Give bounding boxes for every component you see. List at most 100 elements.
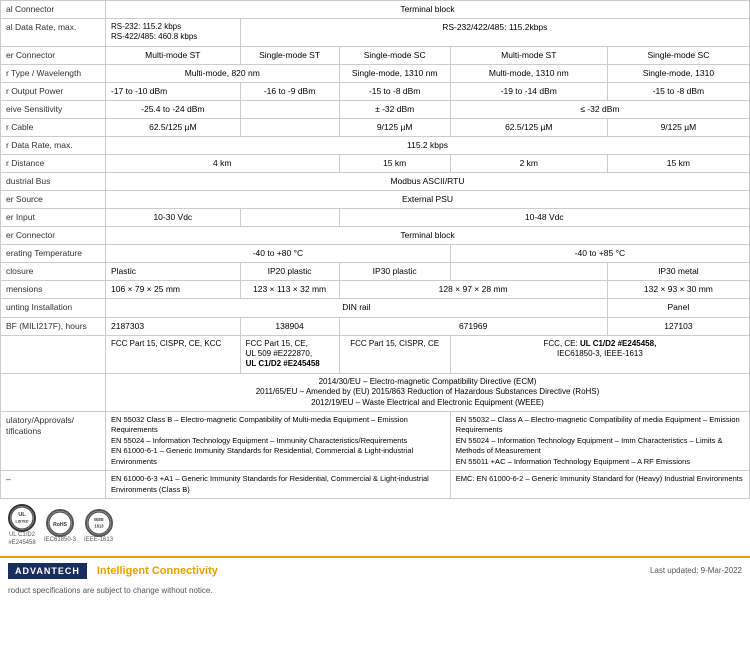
row-value: 4 km <box>106 155 340 173</box>
row-value: 10-30 Vdc <box>106 209 241 227</box>
svg-text:RoHS: RoHS <box>53 521 67 527</box>
en-bottom-right: EMC: EN 61000-6-2 – Generic Immunity Sta… <box>450 471 749 499</box>
row-value: 15 km <box>339 155 450 173</box>
row-value: Terminal block <box>106 1 750 19</box>
row-label <box>1 335 106 373</box>
row-label <box>1 373 106 411</box>
regulatory-bottom-row: – EN 61000-6-3 +A1 – Generic Immunity St… <box>1 471 750 499</box>
row-label: closure <box>1 263 106 281</box>
rohs-icon: RoHS <box>46 509 74 537</box>
row-value: Single-mode SC <box>339 46 450 64</box>
row-value: 123 × 113 × 32 mm <box>240 281 339 299</box>
table-row: dustrial Bus Modbus ASCII/RTU <box>1 173 750 191</box>
row-value: 671969 <box>339 317 607 335</box>
table-row: r Data Rate, max. 115.2 kbps <box>1 137 750 155</box>
en-standards-right: EN 55032 – Class A – Electro-magnetic Co… <box>450 411 749 471</box>
row-label: r Output Power <box>1 82 106 100</box>
table-row: closure Plastic IP20 plastic IP30 plasti… <box>1 263 750 281</box>
row-value: -16 to -9 dBm <box>240 82 339 100</box>
row-value: 9/125 µM <box>607 119 749 137</box>
row-label: eive Sensitivity <box>1 100 106 118</box>
row-value: Terminal block <box>106 227 750 245</box>
ieee-badge-label: IEEE-1613 <box>84 537 113 543</box>
row-value: FCC Part 15, CE, UL 509 #E222870, UL C1/… <box>240 335 339 373</box>
row-label: er Input <box>1 209 106 227</box>
row-value: FCC, CE: UL C1/D2 #E245458,IEC61850-3, I… <box>450 335 749 373</box>
ul-badge-label: UL C1/D2#E245458 <box>8 532 35 546</box>
row-label: er Connector <box>1 227 106 245</box>
row-label: r Type / Wavelength <box>1 64 106 82</box>
row-value: Panel <box>607 299 749 317</box>
table-row: r Cable 62.5/125 µM 9/125 µM 62.5/125 µM… <box>1 119 750 137</box>
table-row: r Distance 4 km 15 km 2 km 15 km <box>1 155 750 173</box>
ieee-icon: IEEE 1613 <box>85 509 113 537</box>
row-value: FCC Part 15, CISPR, CE <box>339 335 450 373</box>
table-row: BF (MILI217F), hours 2187303 138904 6719… <box>1 317 750 335</box>
row-value: IP30 metal <box>607 263 749 281</box>
table-row: eive Sensitivity -25.4 to -24 dBm ± -32 … <box>1 100 750 118</box>
row-value: RS-232: 115.2 kbps RS-422/485: 460.8 kbp… <box>106 19 241 47</box>
row-value: 10-48 Vdc <box>339 209 750 227</box>
en-bottom-left: EN 61000-6-3 +A1 – Generic Immunity Stan… <box>106 471 451 499</box>
row-label: BF (MILI217F), hours <box>1 317 106 335</box>
row-value: External PSU <box>106 191 750 209</box>
row-value: RS-232/422/485: 115.2kbps <box>240 19 749 47</box>
ul-icon: UL LISTED <box>8 504 36 532</box>
row-label: al Data Rate, max. <box>1 19 106 47</box>
row-value: 15 km <box>607 155 749 173</box>
row-value: -40 to +80 °C <box>106 245 451 263</box>
rohs-badge-label: IEC61850-3 <box>44 537 76 543</box>
table-row: er Source External PSU <box>1 191 750 209</box>
row-value: Multi-mode, 820 nm <box>106 64 340 82</box>
row-label: erating Temperature <box>1 245 106 263</box>
row-label: – <box>1 471 106 499</box>
row-label: ulatory/Approvals/tifications <box>1 411 106 471</box>
row-value: Multi-mode, 1310 nm <box>450 64 607 82</box>
row-value: Multi-mode ST <box>106 46 241 64</box>
row-value: 9/125 µM <box>339 119 450 137</box>
disclaimer-text: roduct specifications are subject to cha… <box>0 584 750 595</box>
row-value: -15 to -8 dBm <box>339 82 450 100</box>
row-value: Single-mode, 1310 nm <box>339 64 450 82</box>
row-value: 106 × 79 × 25 mm <box>106 281 241 299</box>
svg-text:UL: UL <box>18 513 26 519</box>
row-value: IP30 plastic <box>339 263 450 281</box>
row-value: Modbus ASCII/RTU <box>106 173 750 191</box>
table-row: r Output Power -17 to -10 dBm -16 to -9 … <box>1 82 750 100</box>
rohs-badge: RoHS IEC61850-3 <box>44 509 76 543</box>
row-label: dustrial Bus <box>1 173 106 191</box>
row-value: -17 to -10 dBm <box>106 82 241 100</box>
footer-date: Last updated: 9-Mar-2022 <box>650 566 742 575</box>
table-row: er Connector Multi-mode ST Single-mode S… <box>1 46 750 64</box>
advantech-logo: ADVANTECH <box>8 563 87 579</box>
row-value: -25.4 to -24 dBm <box>106 100 241 118</box>
regulatory-directives-row: 2014/30/EU – Electro-magnetic Compatibil… <box>1 373 750 411</box>
table-row: FCC Part 15, CISPR, CE, KCC FCC Part 15,… <box>1 335 750 373</box>
row-value: 2187303 <box>106 317 241 335</box>
row-value: -15 to -8 dBm <box>607 82 749 100</box>
row-value: 127103 <box>607 317 749 335</box>
table-row: er Input 10-30 Vdc 10-48 Vdc <box>1 209 750 227</box>
row-value <box>240 119 339 137</box>
row-label: al Connector <box>1 1 106 19</box>
spec-table: al Connector Terminal block al Data Rate… <box>0 0 750 499</box>
table-row: al Data Rate, max. RS-232: 115.2 kbps RS… <box>1 19 750 47</box>
svg-text:1613: 1613 <box>94 523 104 528</box>
row-value <box>240 100 339 118</box>
row-value: 128 × 97 × 28 mm <box>339 281 607 299</box>
row-value: 2 km <box>450 155 607 173</box>
row-value: Single-mode ST <box>240 46 339 64</box>
row-value: DIN rail <box>106 299 608 317</box>
table-row: unting Installation DIN rail Panel <box>1 299 750 317</box>
row-value: Multi-mode ST <box>450 46 607 64</box>
table-row: al Connector Terminal block <box>1 1 750 19</box>
row-value: Single-mode SC <box>607 46 749 64</box>
row-value <box>240 209 339 227</box>
row-label: er Source <box>1 191 106 209</box>
table-row: erating Temperature -40 to +80 °C -40 to… <box>1 245 750 263</box>
row-value: IP20 plastic <box>240 263 339 281</box>
row-value: -19 to -14 dBm <box>450 82 607 100</box>
row-value: Single-mode, 1310 <box>607 64 749 82</box>
row-value: ≤ -32 dBm <box>450 100 749 118</box>
regulatory-standards-row: ulatory/Approvals/tifications EN 55032 C… <box>1 411 750 471</box>
